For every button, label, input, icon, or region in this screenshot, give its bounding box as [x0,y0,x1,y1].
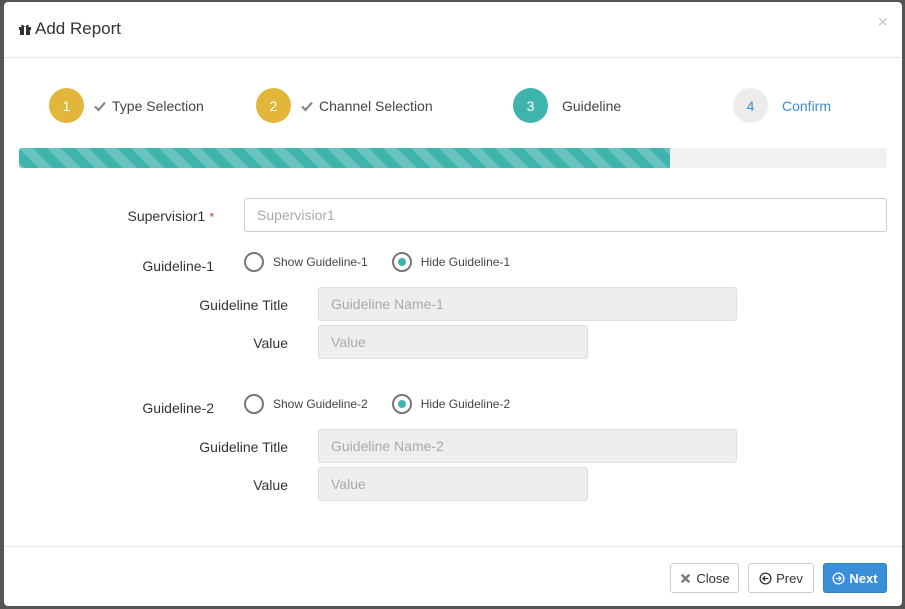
guideline-1-title-input[interactable] [318,287,737,321]
step-number: 1 [49,88,84,123]
step-label: Guideline [562,98,621,114]
show-guideline-2-label: Show Guideline-2 [273,397,368,411]
gift-icon [19,24,31,35]
prev-button-label: Prev [776,570,803,586]
step-number: 2 [256,88,291,123]
prev-button[interactable]: Prev [748,563,814,593]
step-confirm[interactable]: 4 Confirm [733,88,831,123]
guideline-1-value-input[interactable] [318,325,588,359]
hide-guideline-1-radio[interactable] [391,252,412,272]
hide-guideline-2-radio[interactable] [391,394,412,414]
close-button-label: Close [696,570,730,586]
modal-close-icon[interactable]: × [877,12,888,33]
supervisior-label: Supervisior1 * [94,208,215,224]
required-mark: * [209,210,214,224]
modal-title-text: Add Report [35,19,121,38]
step-label: Channel Selection [301,98,433,114]
step-label-text: Confirm [782,97,832,114]
step-number: 3 [513,88,548,123]
hide-guideline-2-label: Hide Guideline-2 [420,397,511,411]
guideline-2-value-label: Value [253,477,288,493]
modal-footer: Close Prev Next [4,546,902,606]
show-guideline-2-radio[interactable] [244,394,264,414]
guideline-2-value-input[interactable] [318,467,588,501]
step-guideline[interactable]: 3 Guideline [513,88,621,123]
show-guideline-1-label: Show Guideline-1 [273,255,368,269]
step-type-selection[interactable]: 1 Type Selection [49,88,204,123]
wizard-steps: 1 Type Selection 2 Channel Selection 3 G… [4,88,902,128]
close-button[interactable]: Close [670,563,739,593]
step-label: Type Selection [94,98,204,114]
arrow-circle-right-icon [832,571,845,585]
modal-header: Add Report × [4,2,902,58]
times-icon [681,573,691,583]
guideline-2-radio-group: Show Guideline-2 Hide Guideline-2 [244,394,534,414]
guideline-1-radio-group: Show Guideline-1 Hide Guideline-1 [244,252,534,272]
step-label-text: Guideline [562,97,622,114]
progress-fill [19,148,670,168]
guideline-2-title-input[interactable] [318,429,737,463]
step-label: Confirm [782,98,831,114]
step-channel-selection[interactable]: 2 Channel Selection [256,88,433,123]
step-label-text: Channel Selection [319,97,433,114]
check-icon [94,101,106,112]
step-number: 4 [733,88,768,123]
next-button[interactable]: Next [823,563,887,593]
next-button-label: Next [849,570,878,586]
show-guideline-1-radio[interactable] [244,252,264,272]
supervisior-label-text: Supervisior1 [127,208,206,224]
hide-guideline-1-label: Hide Guideline-1 [420,255,511,269]
check-icon [301,101,313,112]
wizard-progress-bar [19,148,887,168]
guideline-1-title-label: Guideline Title [199,297,288,313]
step-label-text: Type Selection [112,97,204,114]
add-report-modal: Add Report × 1 Type Selection 2 Channel … [4,2,902,606]
guideline-2-title-label: Guideline Title [199,439,288,455]
supervisior-input[interactable] [244,198,887,232]
guideline-1-value-label: Value [253,335,288,351]
guideline-2-label: Guideline-2 [142,400,214,416]
arrow-circle-left-icon [759,571,772,585]
modal-title: Add Report [18,19,121,39]
guideline-1-label: Guideline-1 [142,258,214,274]
